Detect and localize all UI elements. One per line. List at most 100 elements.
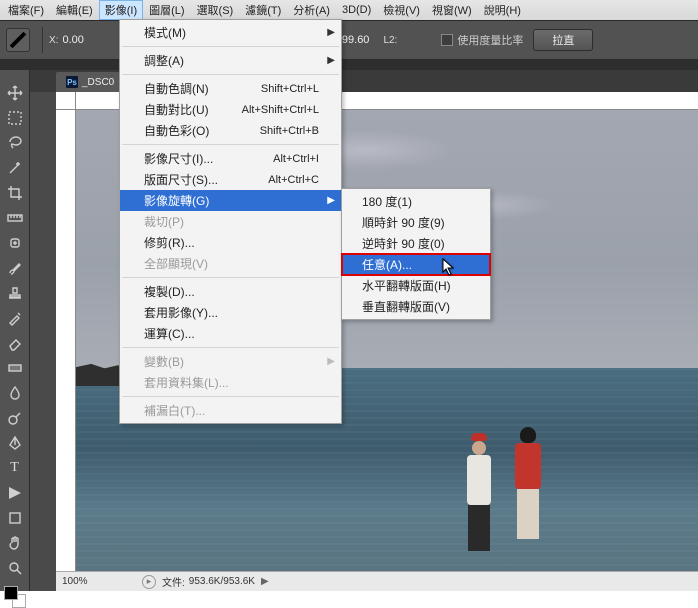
stamp-tool-icon[interactable] xyxy=(3,281,27,305)
pen-tool-icon[interactable] xyxy=(3,431,27,455)
hand-tool-icon[interactable] xyxy=(3,531,27,555)
menu-3d[interactable]: 3D(D) xyxy=(336,2,377,18)
ruler-tool-icon[interactable] xyxy=(6,28,30,52)
menu-image[interactable]: 影像(I) xyxy=(99,0,143,20)
menu-item-reveal-all: 全部顯現(V) xyxy=(120,253,341,274)
eraser-tool-icon[interactable] xyxy=(3,331,27,355)
submenu-item-90cw[interactable]: 順時針 90 度(9) xyxy=(342,212,490,233)
color-swatches[interactable] xyxy=(4,586,26,608)
menu-item-variables: 變數(B)▶ xyxy=(120,351,341,372)
wand-tool-icon[interactable] xyxy=(3,156,27,180)
menu-item-trim[interactable]: 修剪(R)... xyxy=(120,232,341,253)
menu-analysis[interactable]: 分析(A) xyxy=(287,0,336,20)
history-brush-tool-icon[interactable] xyxy=(3,306,27,330)
menu-view[interactable]: 檢視(V) xyxy=(377,0,426,20)
menu-file[interactable]: 檔案(F) xyxy=(2,0,50,20)
tool-panel: T xyxy=(0,70,30,591)
menu-separator xyxy=(122,396,339,397)
menu-separator xyxy=(122,144,339,145)
status-menu-arrow-icon[interactable]: ▶ xyxy=(261,576,269,587)
ruler-vertical[interactable] xyxy=(56,110,76,571)
path-tool-icon[interactable] xyxy=(3,481,27,505)
menu-item-crop: 裁切(P) xyxy=(120,211,341,232)
zoom-tool-icon[interactable] xyxy=(3,556,27,580)
status-file-label: 文件: xyxy=(162,574,185,589)
foreground-swatch[interactable] xyxy=(4,586,18,600)
move-tool-icon[interactable] xyxy=(3,81,27,105)
menu-item-datasets: 套用資料集(L)... xyxy=(120,372,341,393)
submenu-item-flip-h[interactable]: 水平翻轉版面(H) xyxy=(342,275,490,296)
separator xyxy=(42,27,43,53)
menu-item-auto-tone[interactable]: 自動色調(N)Shift+Ctrl+L xyxy=(120,78,341,99)
blur-tool-icon[interactable] xyxy=(3,381,27,405)
document-tab-name: _DSC0 xyxy=(82,77,114,88)
zoom-value[interactable]: 100% xyxy=(56,576,136,587)
menu-separator xyxy=(122,46,339,47)
dodge-tool-icon[interactable] xyxy=(3,406,27,430)
straighten-button[interactable]: 拉直 xyxy=(533,29,593,51)
panel-strip xyxy=(0,60,698,70)
menu-item-adjustments[interactable]: 調整(A)▶ xyxy=(120,50,341,71)
ruler-corner xyxy=(56,92,76,110)
shape-tool-icon[interactable] xyxy=(3,506,27,530)
menu-separator xyxy=(122,74,339,75)
submenu-item-arbitrary[interactable]: 任意(A)... xyxy=(342,254,490,275)
menu-edit[interactable]: 編輯(E) xyxy=(50,0,99,20)
marquee-tool-icon[interactable] xyxy=(3,106,27,130)
brush-tool-icon[interactable] xyxy=(3,256,27,280)
x-value: 0.00 xyxy=(62,34,83,46)
status-bar: 100% ▸ 文件: 953.6K/953.6K ▶ xyxy=(56,571,698,591)
spot-heal-tool-icon[interactable] xyxy=(3,231,27,255)
menu-item-apply-image[interactable]: 套用影像(Y)... xyxy=(120,302,341,323)
shortcut: Alt+Shift+Ctrl+L xyxy=(242,104,319,116)
menu-item-duplicate[interactable]: 複製(D)... xyxy=(120,281,341,302)
menu-layer[interactable]: 圖層(L) xyxy=(143,0,190,20)
menu-separator xyxy=(122,347,339,348)
menu-item-canvas-size[interactable]: 版面尺寸(S)...Alt+Ctrl+C xyxy=(120,169,341,190)
image-rotation-submenu: 180 度(1) 順時針 90 度(9) 逆時針 90 度(0) 任意(A)..… xyxy=(341,188,491,320)
workspace: T Ps _DSC0 xyxy=(0,70,698,591)
menubar: 檔案(F) 編輯(E) 影像(I) 圖層(L) 選取(S) 濾鏡(T) 分析(A… xyxy=(0,0,698,20)
menu-separator xyxy=(122,277,339,278)
submenu-item-flip-v[interactable]: 垂直翻轉版面(V) xyxy=(342,296,490,317)
cursor-icon xyxy=(442,258,458,278)
lasso-tool-icon[interactable] xyxy=(3,131,27,155)
menu-item-mode[interactable]: 模式(M)▶ xyxy=(120,22,341,43)
gradient-tool-icon[interactable] xyxy=(3,356,27,380)
menu-item-calculations[interactable]: 運算(C)... xyxy=(120,323,341,344)
submenu-item-90ccw[interactable]: 逆時針 90 度(0) xyxy=(342,233,490,254)
menu-item-image-rotation[interactable]: 影像旋轉(G)▶ xyxy=(120,190,341,211)
l2-label: L2: xyxy=(383,35,397,46)
ps-file-icon: Ps xyxy=(66,76,78,88)
status-info-icon[interactable]: ▸ xyxy=(142,575,156,589)
shortcut: Shift+Ctrl+L xyxy=(261,83,319,95)
shortcut: Alt+Ctrl+C xyxy=(268,174,319,186)
menu-filter[interactable]: 濾鏡(T) xyxy=(239,0,287,20)
menu-item-trap: 補漏白(T)... xyxy=(120,400,341,421)
submenu-arrow-icon: ▶ xyxy=(327,195,335,206)
crop-tool-icon[interactable] xyxy=(3,181,27,205)
menu-help[interactable]: 說明(H) xyxy=(478,0,527,20)
image-menu-dropdown: 模式(M)▶ 調整(A)▶ 自動色調(N)Shift+Ctrl+L 自動對比(U… xyxy=(119,19,342,424)
document-tab[interactable]: Ps _DSC0 xyxy=(56,72,124,92)
options-bar: X: 0.00 L1: 699.60 L2: 使用度量比率 拉直 xyxy=(0,20,698,60)
type-tool-icon[interactable]: T xyxy=(3,456,27,480)
menu-select[interactable]: 選取(S) xyxy=(191,0,240,20)
submenu-arrow-icon: ▶ xyxy=(327,55,335,66)
use-scale-label: 使用度量比率 xyxy=(457,32,523,48)
menu-item-auto-contrast[interactable]: 自動對比(U)Alt+Shift+Ctrl+L xyxy=(120,99,341,120)
submenu-item-180[interactable]: 180 度(1) xyxy=(342,191,490,212)
menu-item-auto-color[interactable]: 自動色彩(O)Shift+Ctrl+B xyxy=(120,120,341,141)
x-label: X: xyxy=(49,35,58,46)
shortcut: Alt+Ctrl+I xyxy=(273,153,319,165)
ruler-tool-icon-tb[interactable] xyxy=(3,206,27,230)
menu-window[interactable]: 視窗(W) xyxy=(426,0,478,20)
checkbox-icon xyxy=(441,34,453,46)
status-file-value: 953.6K/953.6K xyxy=(189,576,255,587)
menu-item-image-size[interactable]: 影像尺寸(I)...Alt+Ctrl+I xyxy=(120,148,341,169)
shortcut: Shift+Ctrl+B xyxy=(260,125,319,137)
submenu-arrow-icon: ▶ xyxy=(327,27,335,38)
photoshop-window: 檔案(F) 編輯(E) 影像(I) 圖層(L) 選取(S) 濾鏡(T) 分析(A… xyxy=(0,0,698,591)
use-scale-checkbox[interactable]: 使用度量比率 xyxy=(441,32,523,48)
submenu-arrow-icon: ▶ xyxy=(327,356,335,367)
